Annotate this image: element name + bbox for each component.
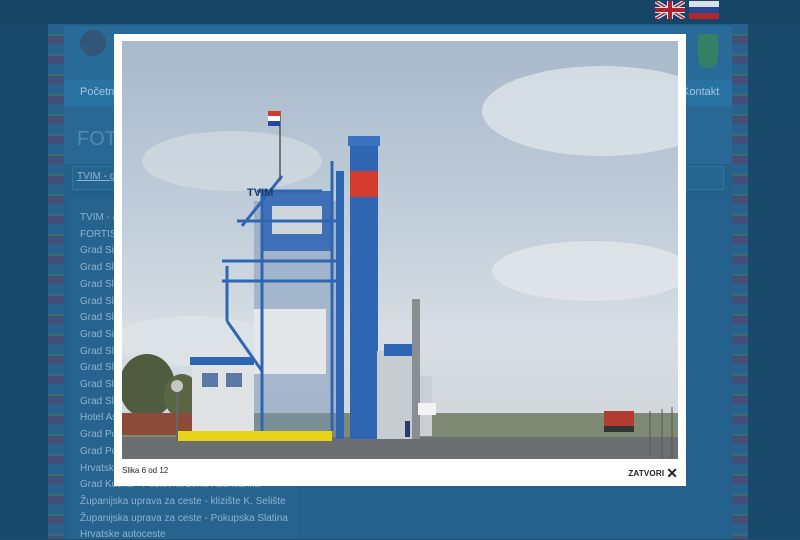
lightbox: TVIM Slika 6 od 12 ZATVORI ✕ — [114, 34, 686, 486]
close-label: ZATVORI — [628, 468, 665, 478]
tower-sign-text: TVIM — [247, 187, 273, 199]
image-counter: Slika 6 od 12 — [122, 466, 169, 475]
gallery-photo: TVIM — [122, 41, 678, 459]
close-button[interactable]: ZATVORI ✕ — [628, 465, 678, 481]
close-x-icon: ✕ — [666, 465, 678, 481]
